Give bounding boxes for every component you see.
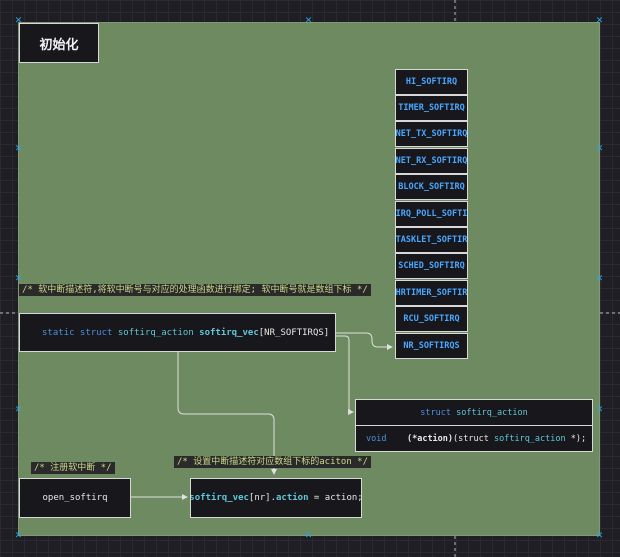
resize-handle-icon[interactable]: ✕ — [595, 275, 604, 284]
softirq-action-struct[interactable]: struct softirq_action void (*action) (str… — [355, 399, 593, 452]
assign-field: action — [276, 493, 309, 503]
resize-handle-icon[interactable]: ✕ — [595, 406, 604, 415]
struct-header: struct softirq_action — [356, 400, 592, 426]
resize-handle-icon[interactable]: ✕ — [304, 17, 313, 26]
comment-softirq-vec: /* 软中断描述符,将软中断号与对应的处理函数进行绑定; 软中断号就是数组下标 … — [19, 284, 371, 296]
softirq-type-rcu[interactable]: RCU_SOFTIRQ — [395, 306, 468, 332]
assign-index: [nr]. — [248, 493, 276, 503]
resize-handle-icon[interactable]: ✕ — [595, 145, 604, 154]
connector-vec-to-struct — [336, 335, 354, 415]
softirq-type-timer[interactable]: TIMER_SOFTIRQ — [395, 95, 468, 121]
softirq-type-block[interactable]: BLOCK_SOFTIRQ — [395, 174, 468, 200]
vec-decl-type: softirq_action — [117, 327, 194, 338]
open-softirq-node[interactable]: open_softirq — [19, 478, 131, 518]
softirq-type-tasklet[interactable]: TASKLET_SOFTIR — [395, 227, 468, 253]
resize-handle-icon[interactable]: ✕ — [14, 275, 23, 284]
comment-register: /* 注册软中断 */ — [31, 462, 115, 474]
assign-vec: softirq_vec — [190, 493, 249, 503]
struct-name: softirq_action — [456, 407, 528, 418]
softirq-type-hrtimer[interactable]: HRTIMER_SOFTIR — [395, 280, 468, 306]
member-params-close: *); — [570, 433, 587, 444]
resize-handle-icon[interactable]: ✕ — [595, 17, 604, 26]
member-void: void — [366, 433, 387, 444]
member-params-open: (struct — [453, 433, 489, 444]
member-fn: (*action) — [406, 433, 454, 444]
resize-handle-icon[interactable]: ✕ — [14, 532, 23, 541]
vec-decl-size: [NR_SOFTIRQS] — [258, 327, 330, 338]
softirq-type-net-rx[interactable]: NET_RX_SOFTIRQ — [395, 148, 468, 174]
struct-keyword: struct — [420, 407, 451, 418]
softirq-type-hi[interactable]: HI_SOFTIRQ — [395, 69, 468, 95]
assign-action-node[interactable]: softirq_vec [nr]. action = action; — [190, 478, 362, 518]
softirq-type-irq-poll[interactable]: IRQ_POLL_SOFTI — [395, 201, 468, 227]
comment-assign: /* 设置中断描述符对应数组下标的aciton */ — [174, 456, 372, 468]
vec-decl-name: softirq_vec — [199, 327, 259, 338]
vec-decl-keyword: static struct — [42, 327, 113, 338]
resize-handle-icon[interactable]: ✕ — [14, 406, 23, 415]
resize-handle-icon[interactable]: ✕ — [14, 145, 23, 154]
connector-vec-to-types — [336, 332, 393, 350]
member-params-type: softirq_action — [493, 433, 566, 444]
softirq-type-sched[interactable]: SCHED_SOFTIRQ — [395, 253, 468, 279]
softirq-type-nr[interactable]: NR_SOFTIRQS — [395, 333, 468, 359]
diagram-title[interactable]: 初始化 — [19, 23, 99, 63]
assign-rest: = action; — [308, 493, 362, 503]
softirq-vec-declaration[interactable]: static struct softirq_action softirq_vec… — [19, 313, 336, 352]
resize-handle-icon[interactable]: ✕ — [304, 532, 313, 541]
struct-member: void (*action) (struct softirq_action *); — [356, 426, 592, 451]
softirq-type-net-tx[interactable]: NET_TX_SOFTIRQ — [395, 121, 468, 147]
resize-handle-icon[interactable]: ✕ — [595, 532, 604, 541]
